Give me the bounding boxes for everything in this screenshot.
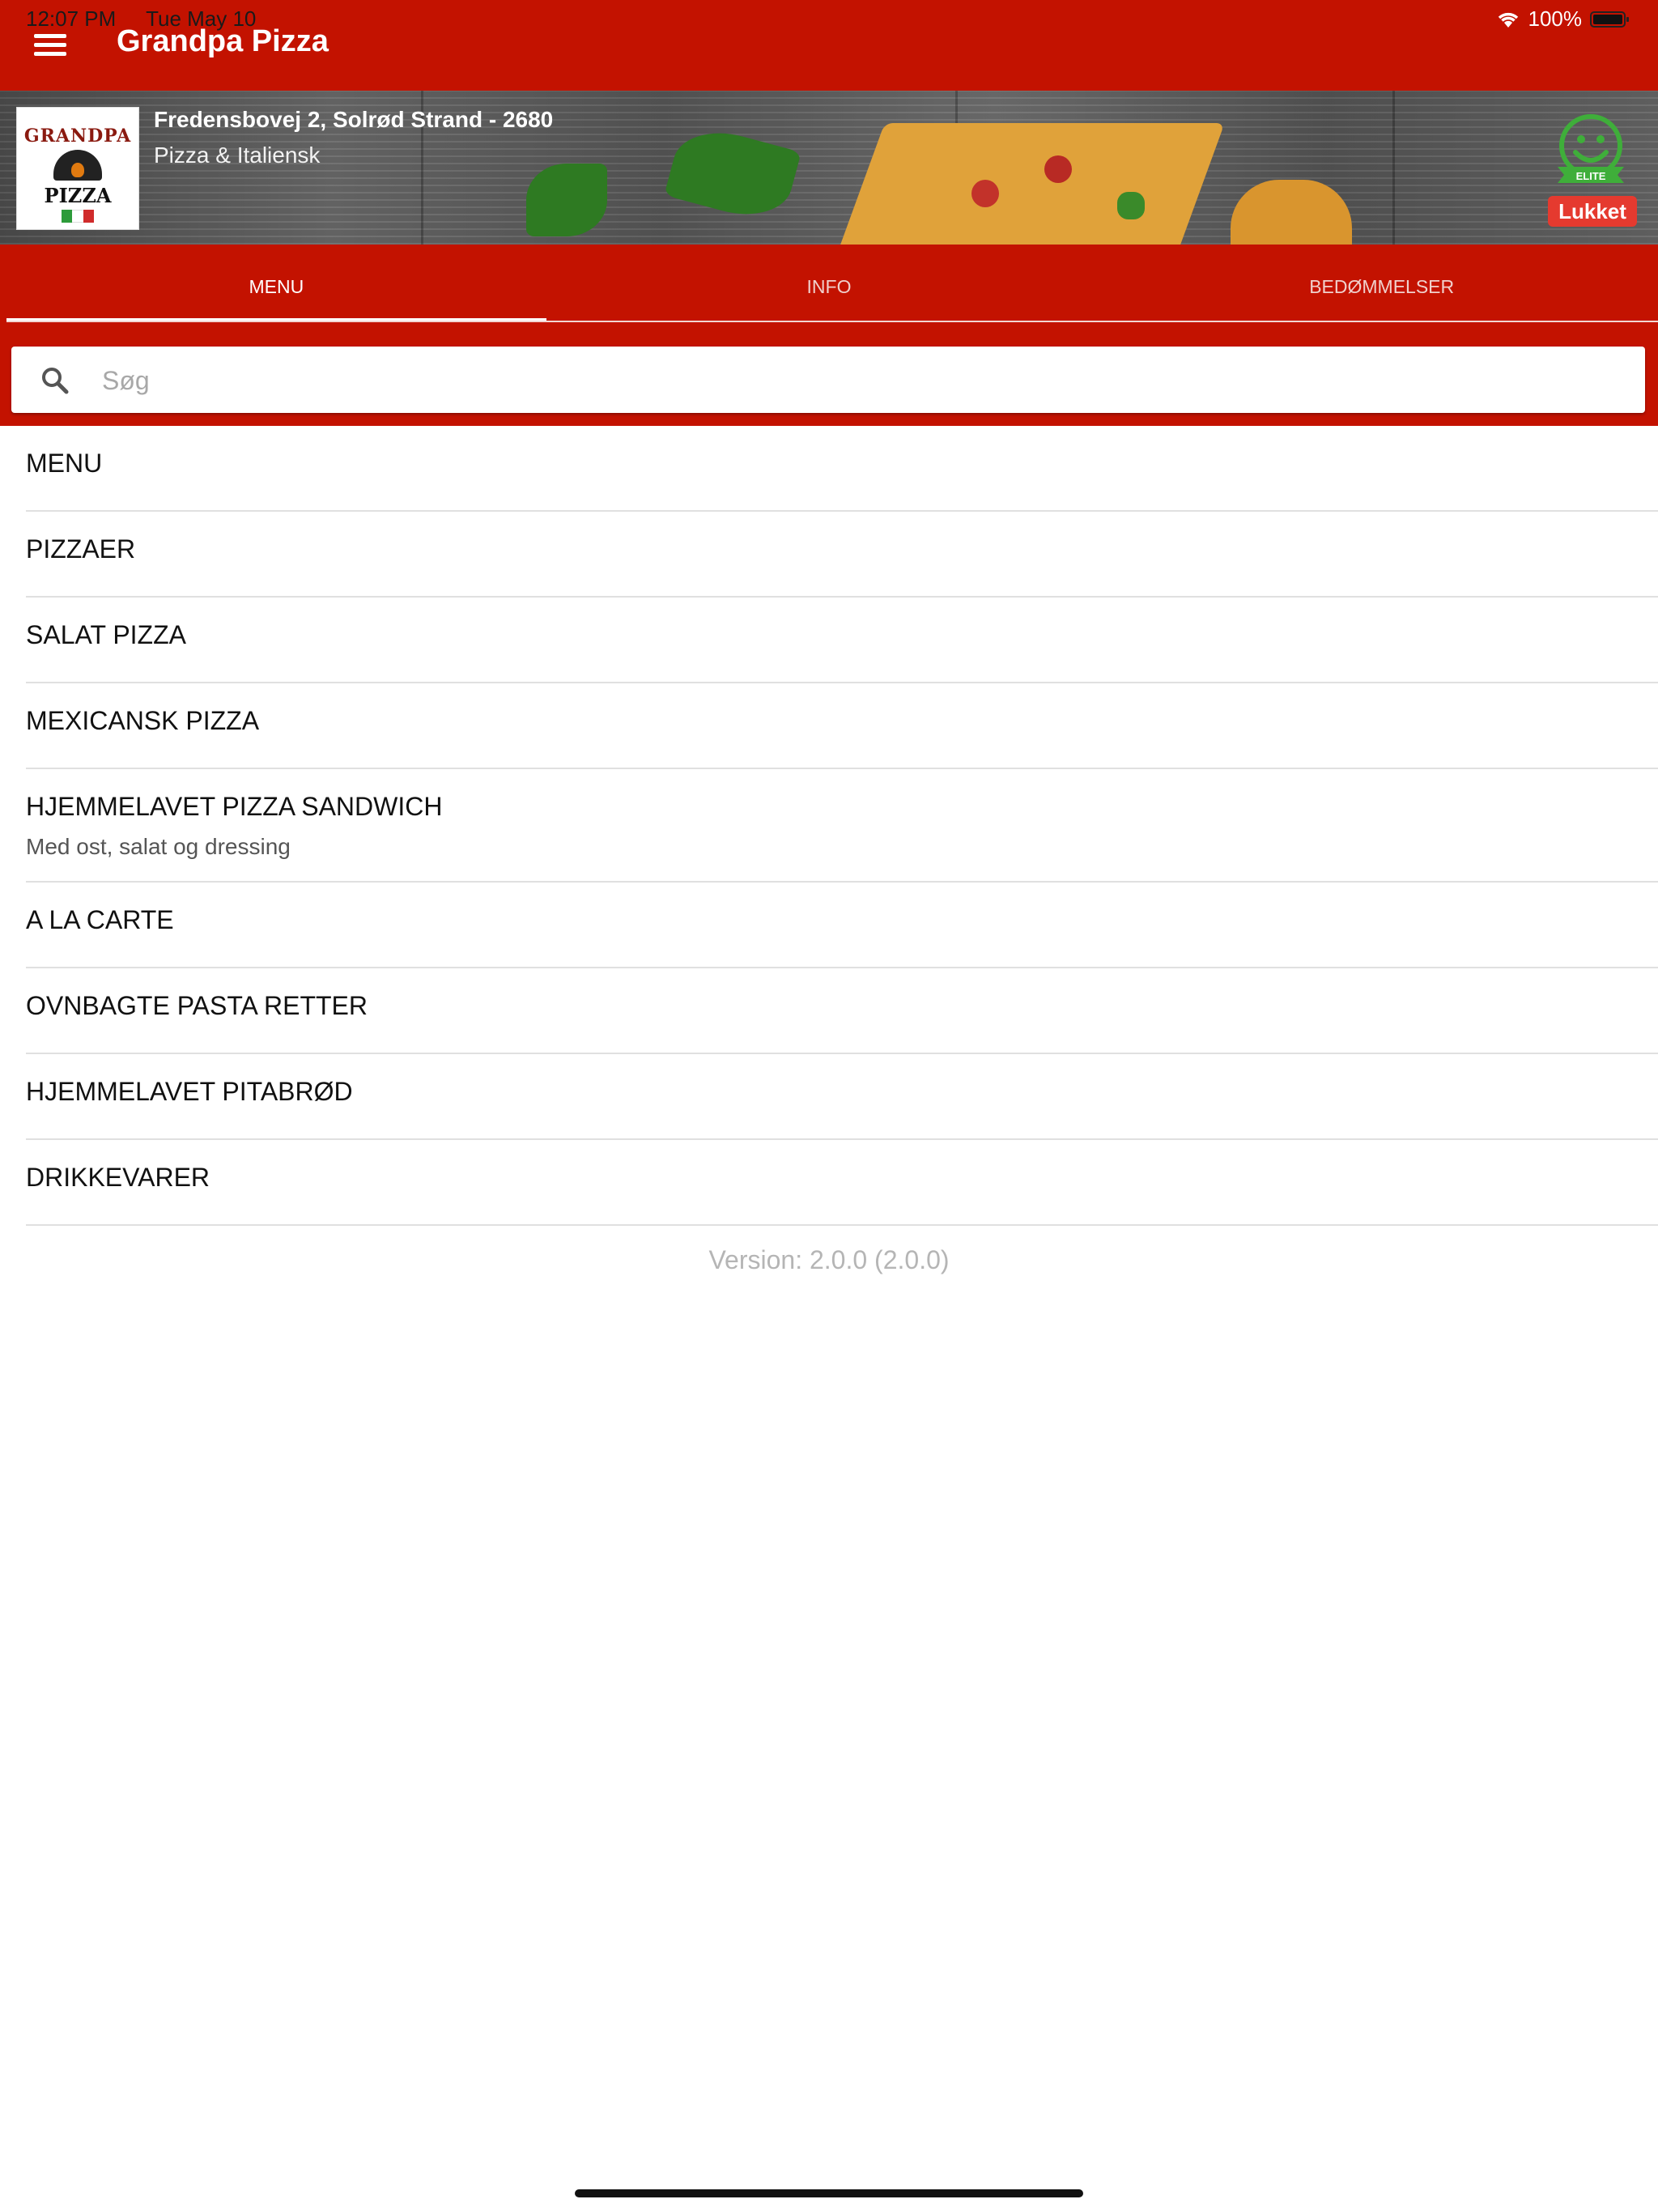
basil-leaf-image bbox=[526, 164, 607, 236]
list-item[interactable]: HJEMMELAVET PIZZA SANDWICH Med ost, sala… bbox=[26, 769, 1658, 883]
logo-text-top: GRANDPA bbox=[23, 125, 132, 147]
list-item-title: MEXICANSK PIZZA bbox=[26, 706, 260, 735]
list-item-title: A LA CARTE bbox=[26, 905, 174, 934]
open-status-badge: Lukket bbox=[1548, 196, 1637, 227]
home-indicator[interactable] bbox=[575, 2189, 1083, 2197]
pizza-slice-image bbox=[831, 123, 1225, 245]
restaurant-banner: GRANDPA PIZZA Fredensbovej 2, Solrød Str… bbox=[0, 91, 1658, 245]
italian-flag-icon bbox=[62, 210, 94, 223]
list-item-title: OVNBAGTE PASTA RETTER bbox=[26, 991, 368, 1020]
list-item[interactable]: A LA CARTE bbox=[26, 883, 1658, 968]
list-item[interactable]: OVNBAGTE PASTA RETTER bbox=[26, 968, 1658, 1054]
list-item[interactable]: MENU bbox=[26, 426, 1658, 512]
list-item-subtitle: Med ost, salat og dressing bbox=[26, 834, 291, 859]
list-item-title: HJEMMELAVET PITABRØD bbox=[26, 1077, 353, 1106]
tab-info-label: INFO bbox=[806, 276, 852, 297]
battery-icon bbox=[1590, 10, 1630, 29]
list-item-title: MENU bbox=[26, 449, 103, 478]
menu-category-list: MENU PIZZAER SALAT PIZZA MEXICANSK PIZZA… bbox=[26, 426, 1658, 1226]
search-icon bbox=[39, 364, 71, 397]
list-item-title: DRIKKEVARER bbox=[26, 1163, 210, 1192]
version-text: Version: 2.0.0 (2.0.0) bbox=[708, 1245, 950, 1274]
pepperoni-image bbox=[971, 180, 999, 207]
list-item[interactable]: SALAT PIZZA bbox=[26, 598, 1658, 683]
search-input[interactable] bbox=[100, 355, 1609, 406]
status-time: 12:07 PM bbox=[26, 6, 117, 31]
list-item[interactable]: DRIKKEVARER bbox=[26, 1140, 1658, 1226]
restaurant-logo: GRANDPA PIZZA bbox=[16, 107, 139, 230]
wood-plank-seam bbox=[1392, 91, 1395, 245]
app-bar: 12:07 PM Tue May 10 100% Grandpa Pizza bbox=[0, 0, 1658, 91]
tab-ratings[interactable]: BEDØMMELSER bbox=[1105, 245, 1658, 322]
fire-icon bbox=[71, 163, 84, 177]
restaurant-cuisine: Pizza & Italiensk bbox=[154, 143, 321, 168]
pepper-image bbox=[1117, 192, 1145, 219]
tab-menu[interactable]: MENU bbox=[0, 245, 553, 322]
status-bar-right: 100% bbox=[1496, 6, 1631, 32]
logo-text-bottom: PIZZA bbox=[44, 184, 112, 207]
search-bar[interactable] bbox=[11, 347, 1645, 413]
wifi-icon bbox=[1496, 10, 1520, 29]
tab-bar: MENU INFO BEDØMMELSER bbox=[0, 245, 1658, 322]
tab-ratings-label: BEDØMMELSER bbox=[1309, 276, 1455, 297]
smiley-label: ELITE bbox=[1576, 170, 1606, 182]
list-item[interactable]: MEXICANSK PIZZA bbox=[26, 683, 1658, 769]
list-item-title: PIZZAER bbox=[26, 534, 136, 564]
list-item[interactable]: PIZZAER bbox=[26, 512, 1658, 598]
battery-percent: 100% bbox=[1528, 6, 1583, 31]
app-title: Grandpa Pizza bbox=[117, 24, 329, 58]
search-area bbox=[0, 322, 1658, 426]
list-item[interactable]: HJEMMELAVET PITABRØD bbox=[26, 1054, 1658, 1140]
tab-info[interactable]: INFO bbox=[553, 245, 1106, 322]
tab-menu-label: MENU bbox=[249, 276, 304, 297]
hamburger-menu-icon[interactable] bbox=[34, 32, 68, 58]
list-item-title: HJEMMELAVET PIZZA SANDWICH bbox=[26, 792, 443, 821]
elite-smiley-icon: ELITE bbox=[1546, 107, 1635, 196]
list-item-title: SALAT PIZZA bbox=[26, 620, 186, 649]
pepperoni-image bbox=[1044, 155, 1072, 183]
restaurant-address: Fredensbovej 2, Solrød Strand - 2680 bbox=[154, 107, 554, 132]
